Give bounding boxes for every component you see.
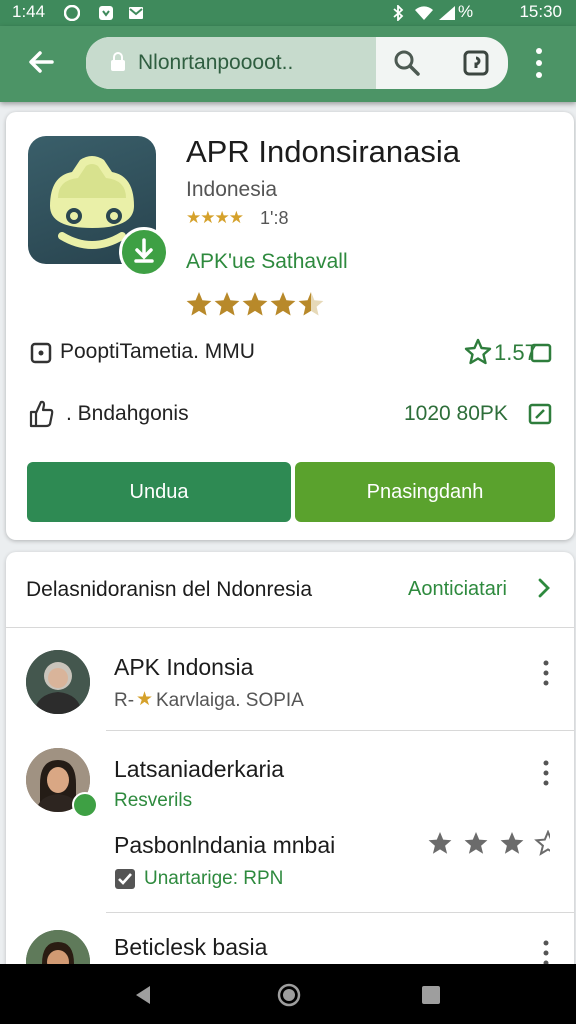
divider: [106, 912, 574, 913]
checkbox-icon[interactable]: [530, 342, 552, 364]
item-star-rating: [428, 830, 550, 856]
browser-toolbar: Nlonrtanpoooot..: [0, 26, 576, 102]
rating-star: [428, 832, 452, 854]
rating-star: [186, 292, 212, 316]
item-subtitle: Karvlaiga. SOPIA: [156, 690, 304, 711]
item-sub-prefix: R-: [114, 690, 135, 711]
status-bar: 1:44 % 15:30: [0, 0, 576, 26]
status-clock: 15:30: [519, 2, 562, 21]
app-notification-icon: [99, 6, 113, 20]
system-nav-bar: [0, 964, 576, 1024]
signal-icon: [439, 6, 455, 20]
chevron-right-icon[interactable]: [536, 576, 552, 600]
list-item[interactable]: APK Indonsia R- ★ Karvlaiga. SOPIA: [6, 628, 574, 728]
app-size: 1020 80PK: [404, 402, 508, 425]
info-box-icon: [30, 342, 52, 364]
divider: [106, 730, 574, 731]
battery-indicator: %: [458, 2, 474, 21]
item-check-label: Unartarige: RPN: [144, 868, 284, 889]
item-status: Resverils: [114, 790, 193, 811]
rating-star: [500, 832, 524, 854]
rating-star: [270, 292, 296, 316]
status-time: 1:44: [12, 2, 46, 21]
app-details-card: APR Indonsiranasia Indonesia ★★★★ 1':8 A…: [6, 112, 574, 540]
avatar: [26, 650, 90, 714]
lock-icon: [111, 52, 125, 71]
rating-star: [534, 830, 550, 856]
nav-home-icon[interactable]: [276, 982, 302, 1008]
thumbs-up-icon: [29, 400, 54, 428]
secondary-action-button[interactable]: Pnasingdanh: [295, 462, 555, 522]
star-outline-icon[interactable]: [464, 338, 492, 366]
download-button[interactable]: Undua: [27, 462, 291, 522]
info-row-label: PooptiTametia. MMU: [60, 340, 255, 363]
nav-recents-icon[interactable]: [420, 984, 442, 1006]
mail-icon: [129, 7, 143, 19]
notification-icon: [64, 5, 80, 21]
item-sub-star: ★: [136, 689, 154, 710]
rating-star: [298, 292, 324, 316]
item-title: APK Indonsia: [114, 654, 254, 680]
item-menu-icon[interactable]: [542, 660, 550, 686]
overflow-menu-icon[interactable]: [532, 46, 546, 80]
download-badge-icon: [119, 227, 169, 277]
item-title: Latsaniaderkaria: [114, 756, 285, 782]
downloads-label: . Bndahgonis: [66, 402, 189, 425]
star-rating: [186, 292, 324, 316]
rating-star: [242, 292, 268, 316]
see-more-link[interactable]: Aonticiatari: [408, 578, 507, 601]
small-rating-stars: ★★★★: [186, 208, 244, 227]
item-menu-icon[interactable]: [542, 940, 550, 966]
nav-back-icon[interactable]: [132, 984, 154, 1006]
list-item[interactable]: Latsaniaderkaria Resverils Pasbonlndania…: [6, 732, 574, 912]
app-title: APR Indonsiranasia: [186, 134, 460, 169]
item-title: Beticlesk basia: [114, 934, 268, 960]
address-bar[interactable]: Nlonrtanpoooot..: [86, 37, 508, 89]
rating-star: [464, 832, 488, 854]
item-detail: Pasbonlndania mnbai: [114, 832, 336, 858]
app-subtitle: Indonesia: [186, 178, 278, 201]
tab-switcher-icon[interactable]: [463, 50, 489, 76]
bluetooth-icon: [393, 5, 404, 21]
developer-name[interactable]: APK'ue Sathavall: [186, 250, 348, 274]
small-rating-count: 1':8: [260, 208, 289, 228]
online-badge: [72, 792, 98, 818]
section-title: Delasnidoranisn del Ndonresia: [26, 578, 313, 601]
edit-box-icon[interactable]: [528, 403, 552, 425]
back-arrow-icon[interactable]: [22, 42, 62, 82]
related-list-card: Delasnidoranisn del Ndonresia Aonticiata…: [6, 552, 574, 974]
url-text[interactable]: Nlonrtanpoooot..: [138, 51, 293, 75]
wifi-icon: [415, 6, 433, 20]
item-menu-icon[interactable]: [542, 760, 550, 786]
rating-star: [214, 292, 240, 316]
check-box-icon[interactable]: [114, 868, 136, 890]
search-icon[interactable]: [393, 49, 421, 77]
